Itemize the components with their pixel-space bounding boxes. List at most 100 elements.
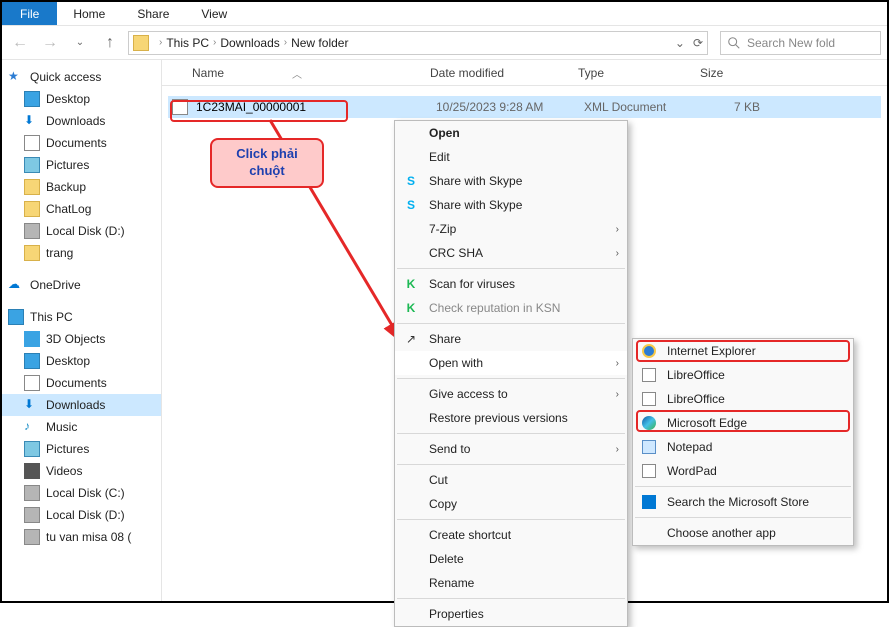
file-name: 1C23MAI_00000001 (196, 100, 306, 114)
nav-desktop2[interactable]: Desktop (2, 350, 161, 372)
menu-restore[interactable]: Restore previous versions (395, 406, 627, 430)
menu-edit[interactable]: Edit (395, 145, 627, 169)
desktop-icon (24, 353, 40, 369)
menu-create-shortcut[interactable]: Create shortcut (395, 523, 627, 547)
menu-scan[interactable]: KScan for viruses (395, 272, 627, 296)
nav-trang[interactable]: trang (2, 242, 161, 264)
col-name[interactable]: Name (192, 66, 224, 80)
nav-back-icon[interactable]: ← (8, 31, 32, 55)
breadcrumb-newfolder[interactable]: New folder (291, 36, 348, 50)
nav-downloads2[interactable]: ⬇Downloads (2, 394, 161, 416)
openwith-submenu: Internet Explorer LibreOffice LibreOffic… (632, 338, 854, 546)
nav-3d-objects[interactable]: 3D Objects (2, 328, 161, 350)
nav-local-c[interactable]: Local Disk (C:) (2, 482, 161, 504)
nav-pane: ★Quick access Desktop ⬇Downloads Documen… (2, 60, 162, 601)
chevron-right-icon[interactable]: › (155, 37, 166, 48)
ow-notepad[interactable]: Notepad (633, 435, 853, 459)
menu-send-to[interactable]: Send to› (395, 437, 627, 461)
ow-libre2[interactable]: LibreOffice (633, 387, 853, 411)
nav-pictures[interactable]: Pictures (2, 154, 161, 176)
nav-quick-access[interactable]: ★Quick access (2, 66, 161, 88)
chevron-right-icon[interactable]: › (280, 37, 291, 48)
ribbon-home[interactable]: Home (57, 2, 121, 25)
xml-file-icon (172, 99, 188, 115)
nav-pictures2[interactable]: Pictures (2, 438, 161, 460)
menu-properties[interactable]: Properties (395, 602, 627, 626)
menu-skype1[interactable]: SShare with Skype (395, 169, 627, 193)
file-row[interactable]: 1C23MAI_00000001 10/25/2023 9:28 AM XML … (168, 96, 881, 118)
menu-open-with[interactable]: Open with› (395, 351, 627, 375)
nav-tuvan[interactable]: tu van misa 08 ( (2, 526, 161, 548)
folder-icon (133, 35, 149, 51)
nav-downloads[interactable]: ⬇Downloads (2, 110, 161, 132)
search-icon (727, 36, 741, 50)
pictures-icon (24, 157, 40, 173)
nav-documents2[interactable]: Documents (2, 372, 161, 394)
drive-icon (24, 485, 40, 501)
annotation-tooltip: Click phải chuột (210, 138, 324, 188)
wordpad-icon (642, 464, 656, 478)
onedrive-icon: ☁ (8, 277, 24, 293)
nav-backup[interactable]: Backup (2, 176, 161, 198)
col-type[interactable]: Type (578, 66, 604, 80)
kaspersky-icon: K (403, 300, 419, 316)
nav-documents[interactable]: Documents (2, 132, 161, 154)
star-icon: ★ (8, 69, 24, 85)
ribbon-view[interactable]: View (185, 2, 243, 25)
ribbon-share[interactable]: Share (121, 2, 185, 25)
chevron-right-icon: › (616, 389, 619, 400)
menu-cut[interactable]: Cut (395, 468, 627, 492)
nav-desktop[interactable]: Desktop (2, 88, 161, 110)
menu-7zip[interactable]: 7-Zip› (395, 217, 627, 241)
address-bar[interactable]: › This PC › Downloads › New folder ⌄ ⟳ (128, 31, 708, 55)
nav-thispc[interactable]: This PC (2, 306, 161, 328)
nav-history-icon[interactable]: ⌄ (68, 31, 92, 55)
nav-forward-icon[interactable]: → (38, 31, 62, 55)
nav-onedrive[interactable]: ☁OneDrive (2, 274, 161, 296)
col-date[interactable]: Date modified (430, 66, 504, 80)
edge-icon (642, 416, 656, 430)
nav-music[interactable]: ♪Music (2, 416, 161, 438)
menu-open[interactable]: Open (395, 121, 627, 145)
ow-libre1[interactable]: LibreOffice (633, 363, 853, 387)
videos-icon (24, 463, 40, 479)
ow-store[interactable]: Search the Microsoft Store (633, 490, 853, 514)
ow-edge[interactable]: Microsoft Edge (633, 411, 853, 435)
skype-icon: S (403, 197, 419, 213)
menu-copy[interactable]: Copy (395, 492, 627, 516)
ow-choose[interactable]: Choose another app (633, 521, 853, 545)
refresh-icon[interactable]: ⟳ (693, 36, 703, 50)
file-date: 10/25/2023 9:28 AM (436, 100, 543, 114)
menu-delete[interactable]: Delete (395, 547, 627, 571)
breadcrumb-root[interactable]: This PC (166, 36, 209, 50)
kaspersky-icon: K (403, 276, 419, 292)
search-placeholder: Search New fold (747, 36, 835, 50)
sort-icon[interactable]: ︿ (292, 66, 302, 81)
drive-icon (24, 223, 40, 239)
thispc-icon (8, 309, 24, 325)
menu-skype2[interactable]: SShare with Skype (395, 193, 627, 217)
menu-give-access[interactable]: Give access to› (395, 382, 627, 406)
download-icon: ⬇ (24, 397, 40, 413)
ow-wordpad[interactable]: WordPad (633, 459, 853, 483)
notepad-icon (642, 440, 656, 454)
ribbon-file[interactable]: File (2, 2, 57, 25)
col-size[interactable]: Size (700, 66, 723, 80)
breadcrumb-downloads[interactable]: Downloads (220, 36, 279, 50)
nav-chatlog[interactable]: ChatLog (2, 198, 161, 220)
chevron-right-icon[interactable]: › (209, 37, 220, 48)
dropdown-icon[interactable]: ⌄ (675, 36, 685, 50)
documents-icon (24, 375, 40, 391)
menu-share[interactable]: ↗Share (395, 327, 627, 351)
file-type: XML Document (584, 100, 666, 114)
ow-ie[interactable]: Internet Explorer (633, 339, 853, 363)
nav-videos[interactable]: Videos (2, 460, 161, 482)
search-input[interactable]: Search New fold (720, 31, 881, 55)
nav-up-icon[interactable]: ↑ (98, 31, 122, 55)
nav-local-d[interactable]: Local Disk (D:) (2, 220, 161, 242)
skype-icon: S (403, 173, 419, 189)
nav-local-d2[interactable]: Local Disk (D:) (2, 504, 161, 526)
menu-rename[interactable]: Rename (395, 571, 627, 595)
drive-icon (24, 507, 40, 523)
menu-crc[interactable]: CRC SHA› (395, 241, 627, 265)
